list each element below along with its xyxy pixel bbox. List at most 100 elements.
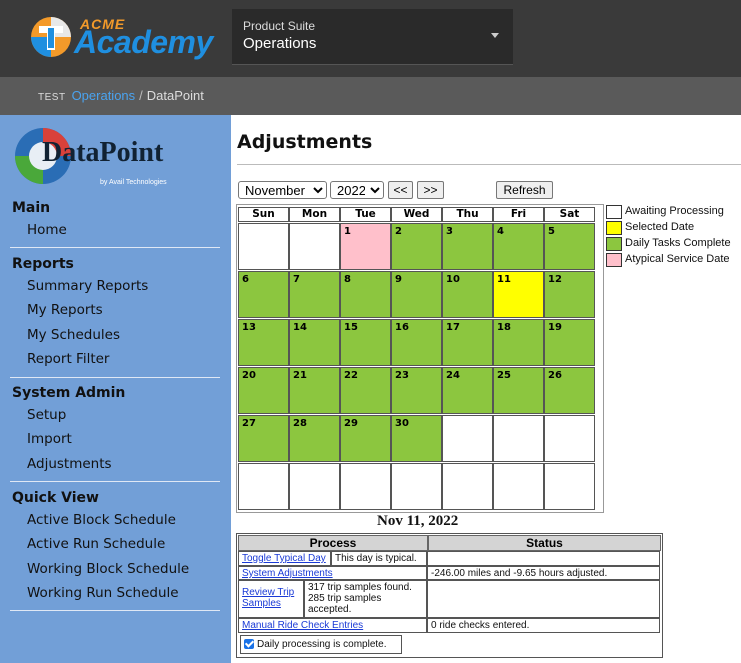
sidebar: DataPoint by Avail Technologies Main Hom… [0,115,231,663]
calendar-day[interactable]: 8 [340,271,391,318]
calendar-day[interactable]: 13 [238,319,289,366]
calendar-day[interactable]: 25 [493,367,544,414]
calendar-day[interactable]: 18 [493,319,544,366]
product-suite-label: Product Suite [243,19,316,33]
calendar-day[interactable]: 27 [238,415,289,462]
calendar-day[interactable]: 11 [493,271,544,318]
calendar-day[interactable]: 30 [391,415,442,462]
review-trip-samples-link[interactable]: Review Trip Samples [242,587,294,609]
calendar-day[interactable]: 29 [340,415,391,462]
calendar-day[interactable]: 19 [544,319,595,366]
calendar-day[interactable]: 2 [391,223,442,270]
calendar-day[interactable]: 15 [340,319,391,366]
calendar-day[interactable]: 23 [391,367,442,414]
calendar-day-number: 22 [344,370,358,381]
previous-month-button[interactable]: << [388,181,413,199]
acme-academy-logo[interactable]: ACME Academy [30,14,220,64]
calendar-day[interactable]: 28 [289,415,340,462]
process-cell: Toggle Typical Day [238,551,331,566]
toggle-typical-day-link[interactable]: Toggle Typical Day [242,553,326,564]
calendar-day[interactable]: 26 [544,367,595,414]
day-of-week-header: Sun [238,207,289,222]
nav-working-block-schedule[interactable]: Working Block Schedule [27,561,189,577]
process-cell: Review Trip Samples [238,580,304,618]
status-cell: 0 ride checks entered. [427,618,660,633]
calendar-day-number: 13 [242,322,256,333]
calendar-day[interactable]: 6 [238,271,289,318]
status-cell: -246.00 miles and -9.65 hours adjusted. [427,566,660,580]
calendar-day-number: 11 [497,274,511,285]
process-table: Process Status Toggle Typical Day This d… [236,533,663,658]
calendar-day-number: 2 [395,226,402,237]
datapoint-logo-text: DataPoint [42,137,164,168]
calendar-day[interactable]: 14 [289,319,340,366]
calendar-day-number: 29 [344,418,358,429]
nav-my-reports[interactable]: My Reports [27,302,103,318]
section-reports-title: Reports [12,256,74,272]
calendar-day-number: 18 [497,322,511,333]
nav-working-run-schedule[interactable]: Working Run Schedule [27,585,179,601]
month-select[interactable]: November [238,181,327,199]
calendar-day-number: 20 [242,370,256,381]
nav-report-filter[interactable]: Report Filter [27,351,109,367]
nav-setup[interactable]: Setup [27,407,66,423]
calendar-day[interactable]: 20 [238,367,289,414]
daily-processing-label: Daily processing is complete. [257,639,387,650]
year-select[interactable]: 2022 [330,181,384,199]
calendar-empty-cell [340,463,391,510]
main-content: Adjustments November 2022 << >> Refresh … [231,115,741,663]
calendar-day[interactable]: 17 [442,319,493,366]
legend-label: Daily Tasks Complete [625,237,731,249]
calendar-day-number: 7 [293,274,300,285]
nav-active-block-schedule[interactable]: Active Block Schedule [27,512,176,528]
calendar-day[interactable]: 10 [442,271,493,318]
chevron-down-icon [491,33,499,38]
day-of-week-header: Thu [442,207,493,222]
nav-summary-reports[interactable]: Summary Reports [27,278,148,294]
status-cell [427,580,660,618]
calendar-empty-cell [391,463,442,510]
calendar-day[interactable]: 5 [544,223,595,270]
process-note-cell: 317 trip samples found. 285 trip samples… [304,580,427,618]
legend-label: Selected Date [625,221,695,233]
calendar-day[interactable]: 24 [442,367,493,414]
calendar-day-number: 9 [395,274,402,285]
nav-my-schedules[interactable]: My Schedules [27,327,120,343]
calendar-empty-cell [493,415,544,462]
day-of-week-header: Fri [493,207,544,222]
calendar-day-number: 23 [395,370,409,381]
calendar-day-number: 21 [293,370,307,381]
calendar-day[interactable]: 3 [442,223,493,270]
calendar-day[interactable]: 22 [340,367,391,414]
breadcrumb-operations-link[interactable]: Operations [72,88,136,103]
legend-label: Atypical Service Date [625,253,730,265]
refresh-button[interactable]: Refresh [496,181,553,199]
nav-import[interactable]: Import [27,431,72,447]
nav-adjustments[interactable]: Adjustments [27,456,112,472]
daily-processing-checkbox[interactable] [244,639,254,650]
calendar-day[interactable]: 21 [289,367,340,414]
next-month-button[interactable]: >> [417,181,444,199]
calendar-empty-cell [544,415,595,462]
calendar-day[interactable]: 7 [289,271,340,318]
calendar-empty-cell [289,463,340,510]
calendar-day[interactable]: 4 [493,223,544,270]
calendar-day[interactable]: 12 [544,271,595,318]
manual-ride-check-entries-link[interactable]: Manual Ride Check Entries [242,620,363,631]
nav-home[interactable]: Home [27,222,67,238]
product-suite-select[interactable]: Product Suite Operations [232,9,513,65]
calendar-day[interactable]: 1 [340,223,391,270]
calendar-day[interactable]: 9 [391,271,442,318]
calendar-day-number: 30 [395,418,409,429]
calendar-day[interactable]: 16 [391,319,442,366]
calendar-day-number: 26 [548,370,562,381]
datapoint-logo-subtext: by Avail Technologies [100,179,167,186]
process-note-cell: This day is typical. [331,551,427,566]
calendar-day-number: 10 [446,274,460,285]
legend-swatch [606,253,622,267]
divider [10,247,220,248]
system-adjustments-link[interactable]: System Adjustments [242,568,333,579]
nav-active-run-schedule[interactable]: Active Run Schedule [27,536,165,552]
legend-label: Awaiting Processing [625,205,724,217]
calendar-day-number: 16 [395,322,409,333]
